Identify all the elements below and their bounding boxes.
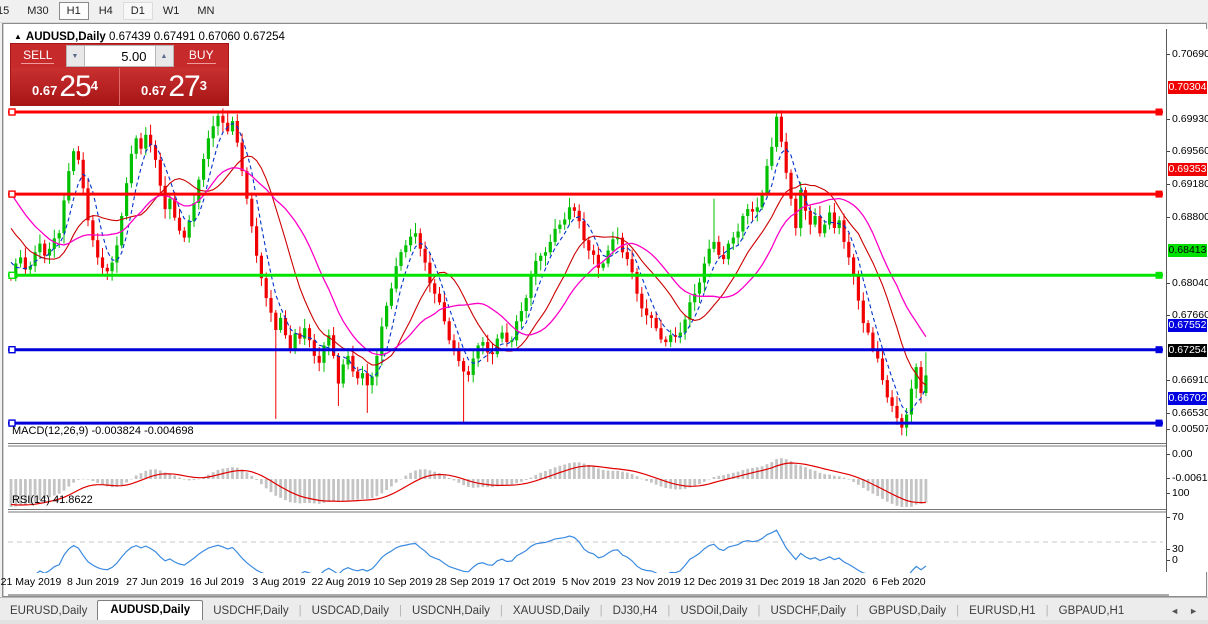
volume-increase-button[interactable]: ▲ [154,45,174,67]
price-axis-label: 0.70690 [1167,48,1208,60]
timeframe-button-h1[interactable]: H1 [58,2,89,20]
volume-input[interactable]: 5.00 [84,45,155,67]
macd-values: -0.003824 -0.004698 [91,425,194,437]
date-axis-label: 28 Sep 2019 [435,576,495,588]
price-axis[interactable]: 0.70690 0.69930 0.69560 0.69180 0.68800 0.680… [1166,29,1208,572]
date-axis[interactable]: 21 May 2019 8 Jun 2019 27 Jun 2019 16 Jul 2… [1,573,1165,592]
chart-tab-usdcad-daily[interactable]: USDCAD,Daily [302,602,399,621]
price-axis-label: 0.69180 [1167,178,1208,190]
chart-tab-eurusd-h1[interactable]: EURUSD,H1 [959,602,1045,621]
chart-tab-xauusd-daily[interactable]: XAUUSD,Daily [503,602,600,621]
window-bottom-edge [0,620,1208,624]
level-price-badge: 0.70304 [1168,81,1207,94]
price-axis-label: 0.68800 [1167,211,1208,223]
date-axis-label: 27 Jun 2019 [126,576,184,588]
level-price-badge: 0.66702 [1168,392,1207,405]
chart-tab-gbpaud-h1[interactable]: GBPAUD,H1 [1049,602,1135,621]
chart-tab-bar: EURUSD,Daily AUDUSD,Daily USDCHF,Daily | USD… [0,597,1208,621]
date-axis-label: 8 Jun 2019 [67,576,119,588]
macd-axis-label: 0.00 [1166,448,1193,460]
spin-up-icon: ▲ [160,52,168,60]
timeframe-button-w1[interactable]: W1 [155,2,188,20]
chart-tab-usdchf-daily[interactable]: USDCHF,Daily [203,602,298,621]
date-axis-label: 18 Jan 2020 [808,576,866,588]
date-axis-label: 5 Nov 2019 [562,576,616,588]
level-price-badge: 0.68413 [1168,244,1207,257]
chart-tab-usdchf-daily[interactable]: USDCHF,Daily [760,602,855,621]
date-axis-label: 22 Aug 2019 [311,576,371,588]
buy-button[interactable]: BUY [175,44,229,68]
rsi-axis-label: 0 [1167,554,1178,566]
chart-title: ▲ AUDUSD,Daily 0.67439 0.67491 0.67060 0.… [14,31,285,43]
level-price-badge: 0.67552 [1168,319,1207,332]
sell-button[interactable]: SELL [11,44,65,68]
date-axis-label: 12 Dec 2019 [683,576,743,588]
timeframe-button-d1[interactable]: D1 [122,2,153,20]
price-axis-label: 0.69930 [1167,113,1208,125]
timeframe-toolbar: 15M30H1H4D1W1MN [0,0,1208,23]
date-axis-label: 23 Nov 2019 [621,576,681,588]
chart-tab-gbpusd-daily[interactable]: GBPUSD,Daily [859,602,956,621]
price-axis-label: 0.66910 [1167,374,1208,386]
macd-axis-label: -0.00614 [1166,472,1208,484]
tabs-scroll-left-icon[interactable]: ◄ [1170,606,1179,616]
date-axis-label: 17 Oct 2019 [498,576,556,588]
chart-tab-usdcnh-daily[interactable]: USDCNH,Daily [402,602,500,621]
spin-down-icon: ▼ [71,52,79,60]
current-price-badge: 0.67254 [1168,344,1207,357]
volume-spinner: ▼ 5.00 ▲ [64,44,175,68]
level-price-badge: 0.69353 [1168,163,1207,176]
timeframe-button-mn[interactable]: MN [189,2,222,20]
price-axis-label: 0.69560 [1167,145,1208,157]
volume-decrease-button[interactable]: ▼ [65,45,85,67]
macd-axis-label: 0.005076 [1167,423,1208,435]
sell-price-display[interactable]: 0.67 25 4 [11,68,120,105]
chart-tab-eurusd-daily[interactable]: EURUSD,Daily [0,602,97,621]
price-axis-label: 0.68040 [1167,277,1208,289]
chart-ohlc-values: 0.67439 0.67491 0.67060 0.67254 [109,31,285,43]
rsi-axis-label: 100 [1167,487,1190,499]
macd-indicator-label: MACD(12,26,9) -0.003824 -0.004698 [12,425,194,437]
timeframe-button-h4[interactable]: H4 [91,2,121,20]
buy-price-display[interactable]: 0.67 27 3 [120,68,228,105]
chart-tab-usdoil-daily[interactable]: USDOil,Daily [670,602,757,621]
tabs-scroll-right-icon[interactable]: ► [1189,606,1198,616]
chart-tab-audusd-daily[interactable]: AUDUSD,Daily [97,600,204,621]
price-axis-label: 0.66530 [1167,407,1208,419]
date-axis-label: 6 Feb 2020 [872,576,926,588]
rsi-indicator-label: RSI(14) 41.8622 [12,494,93,506]
date-axis-label: 10 Sep 2019 [373,576,433,588]
timeframe-button-m30[interactable]: M30 [19,2,56,20]
rsi-axis-label: 70 [1167,511,1184,523]
date-axis-label: 16 Jul 2019 [189,576,245,588]
collapse-panel-icon[interactable]: ▲ [14,32,22,41]
chart-tab-dj30-h4[interactable]: DJ30,H4 [603,602,668,621]
chart-window [2,23,1207,597]
chart-symbol: AUDUSD,Daily [25,31,106,43]
price-chart-canvas[interactable] [8,53,1169,596]
date-axis-label: 31 Dec 2019 [745,576,805,588]
timeframe-button-15[interactable]: 15 [0,2,17,20]
one-click-trading-panel: SELL ▼ 5.00 ▲ BUY 0.67 25 4 0.67 27 3 [10,43,229,106]
date-axis-label: 3 Aug 2019 [252,576,306,588]
rsi-value: 41.8622 [52,494,93,506]
date-axis-label: 21 May 2019 [0,576,62,588]
